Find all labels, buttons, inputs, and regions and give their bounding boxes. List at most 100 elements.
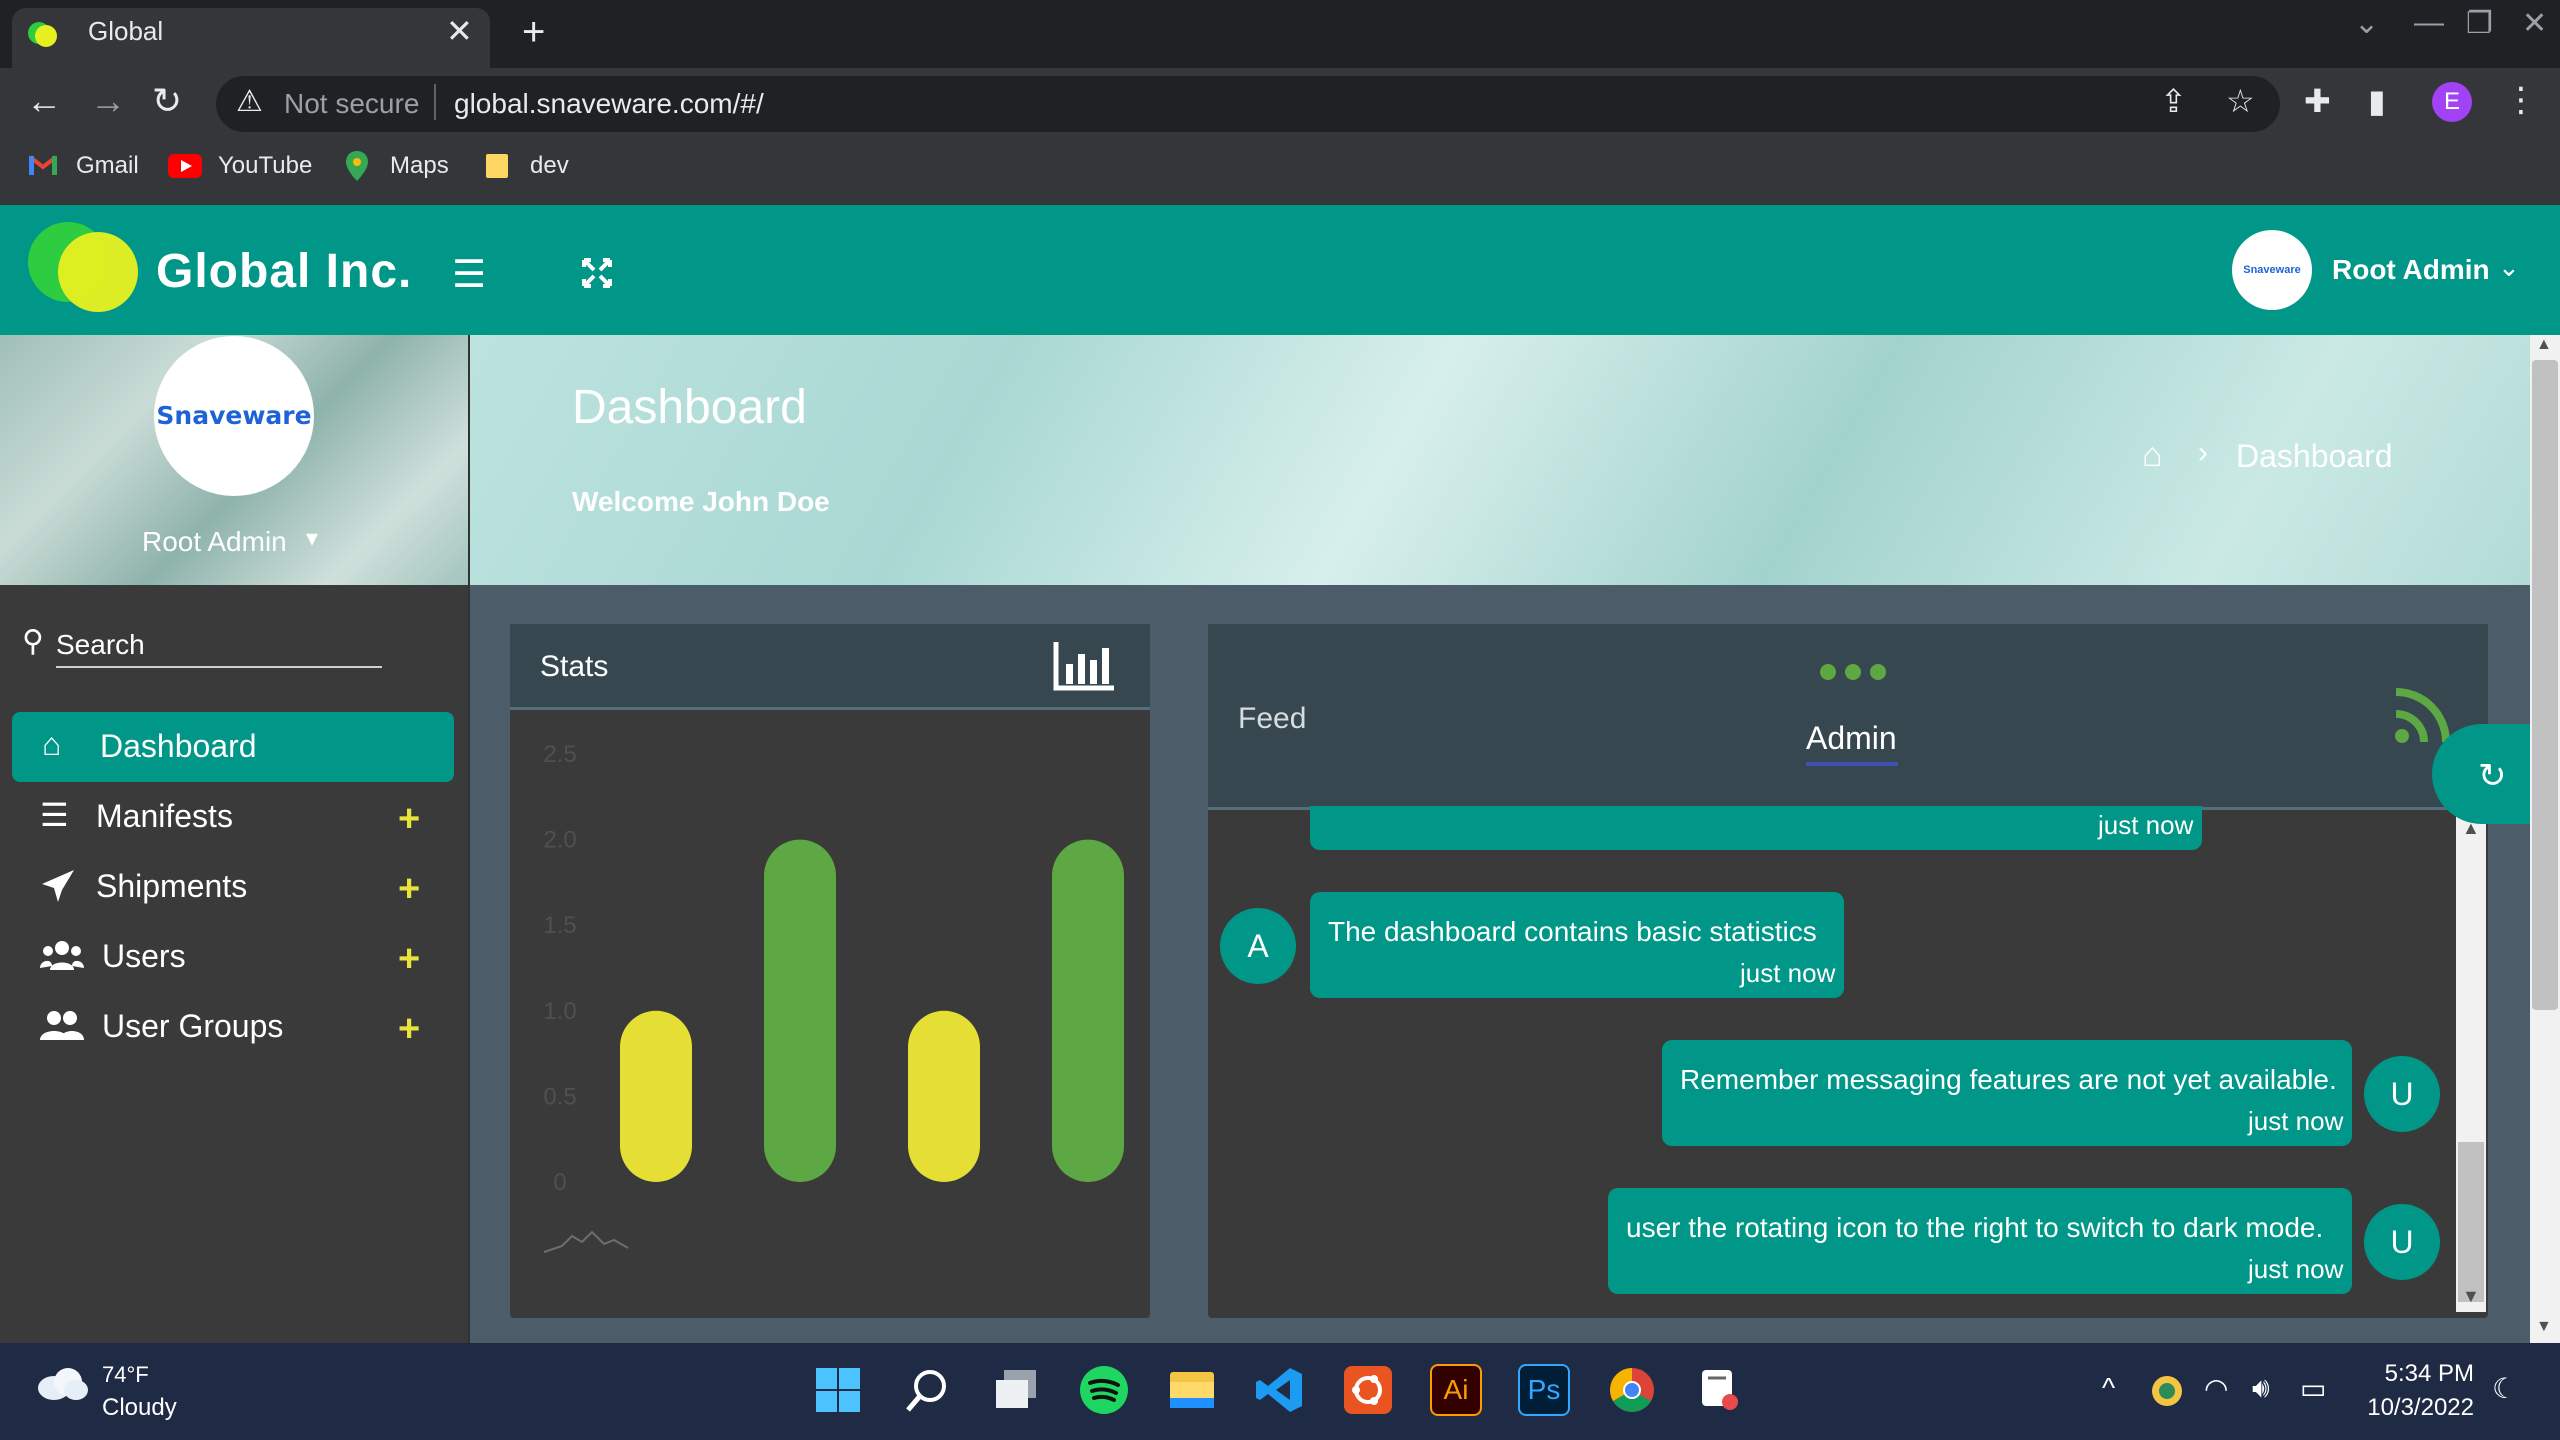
stats-title: Stats — [540, 650, 609, 683]
tray-app-icon[interactable] — [2150, 1374, 2184, 1408]
bar-chart-icon — [1053, 642, 1114, 691]
expand-plus-icon[interactable]: + — [398, 1008, 420, 1051]
expand-plus-icon[interactable]: + — [398, 868, 420, 911]
message-avatar: U — [2364, 1056, 2440, 1132]
feed-scrollbar-thumb[interactable] — [2458, 1142, 2484, 1302]
message-time: just now — [2248, 1106, 2344, 1136]
hamburger-menu-icon[interactable]: ☰ — [452, 252, 486, 297]
spotify-icon[interactable] — [1078, 1364, 1130, 1416]
search-icon: ⚲ — [22, 625, 44, 658]
task-view-icon[interactable] — [990, 1364, 1042, 1416]
sidebar-item-manifests[interactable] — [12, 782, 454, 852]
url-text[interactable]: global.snaveware.com/#/ — [454, 88, 764, 120]
scroll-down-arrow-icon[interactable]: ▼ — [2462, 1286, 2480, 1307]
message-time: just now — [2248, 1254, 2344, 1284]
share-icon[interactable]: ⇪ — [2160, 82, 2187, 120]
expand-plus-icon[interactable]: + — [398, 938, 420, 981]
tray-chevron-up-icon[interactable]: ^ — [2102, 1372, 2115, 1404]
user-group-icon — [40, 1011, 84, 1040]
chevron-down-icon[interactable]: ⌄ — [2498, 252, 2520, 283]
clock-time[interactable]: 5:34 PM — [2384, 1360, 2474, 1388]
wifi-icon[interactable]: ◠ — [2204, 1372, 2228, 1405]
volume-icon[interactable]: 🔊︎ — [2252, 1372, 2270, 1405]
minimize-button[interactable]: — — [2414, 6, 2444, 40]
expand-plus-icon[interactable]: + — [398, 798, 420, 841]
clock-date[interactable]: 10/3/2022 — [2364, 1394, 2474, 1422]
page-header-banner — [470, 335, 2530, 585]
chrome-icon[interactable] — [1606, 1364, 1658, 1416]
bookmark-star-icon[interactable]: ☆ — [2226, 82, 2255, 120]
chart-bar[interactable] — [908, 1010, 980, 1182]
y-tick-label: 2.5 — [543, 741, 576, 768]
windows-start-icon[interactable] — [812, 1364, 864, 1416]
restore-button[interactable]: ❐ — [2466, 6, 2493, 41]
folder-icon — [486, 154, 508, 178]
weather-temperature[interactable]: 74°F — [102, 1362, 149, 1388]
forward-button[interactable]: → — [90, 80, 126, 122]
reload-button[interactable]: ↻ — [152, 80, 182, 122]
header-user-name[interactable]: Root Admin — [2332, 254, 2490, 286]
paper-plane-icon — [42, 870, 74, 902]
y-tick-label: 1.5 — [543, 912, 576, 939]
bookmark-youtube[interactable]: YouTube — [218, 152, 312, 180]
sidebar-item-label: User Groups — [102, 1008, 284, 1044]
stats-chart: 2.5 2.0 1.5 1.0 0.5 0 — [543, 741, 1124, 1196]
cloud-icon[interactable] — [34, 1366, 90, 1402]
side-panel-icon[interactable]: ▮ — [2368, 82, 2386, 120]
y-tick-label: 1.0 — [543, 998, 576, 1025]
weather-condition[interactable]: Cloudy — [102, 1394, 177, 1422]
vscode-icon[interactable] — [1254, 1364, 1306, 1416]
caret-down-icon[interactable]: ▾ — [306, 524, 318, 553]
bookmark-gmail[interactable]: Gmail — [76, 152, 139, 180]
browser-menu-icon[interactable]: ⋮ — [2504, 80, 2538, 120]
profile-avatar[interactable]: E — [2432, 82, 2472, 122]
search-icon[interactable] — [902, 1364, 954, 1416]
brand-name[interactable]: Global Inc. — [156, 244, 412, 299]
breadcrumb-chevron-icon: › — [2198, 436, 2208, 469]
battery-icon[interactable]: ▭ — [2300, 1372, 2326, 1405]
list-icon: ☰ — [40, 797, 69, 833]
breadcrumb-home-icon[interactable]: ⌂ — [2142, 436, 2163, 475]
fullscreen-icon[interactable] — [582, 258, 612, 288]
close-window-button[interactable]: ✕ — [2522, 6, 2547, 41]
scroll-down-arrow-icon[interactable]: ▼ — [2536, 1318, 2552, 1336]
photoshop-icon[interactable]: Ps — [1518, 1364, 1570, 1416]
notification-moon-icon[interactable]: ☾ — [2492, 1372, 2517, 1405]
tab-admin[interactable]: Admin — [1806, 720, 1897, 757]
bookmark-maps[interactable]: Maps — [390, 152, 449, 180]
chart-bar[interactable] — [620, 1010, 692, 1182]
message-text: user the rotating icon to the right to s… — [1626, 1212, 2324, 1243]
tab-close-icon[interactable]: ✕ — [446, 12, 473, 50]
extensions-icon[interactable]: ✚ — [2304, 82, 2331, 120]
file-explorer-icon[interactable] — [1166, 1364, 1218, 1416]
tab-search-icon[interactable]: ⌄ — [2354, 6, 2379, 41]
welcome-message: Welcome John Doe — [572, 486, 830, 517]
breadcrumb-current: Dashboard — [2236, 438, 2393, 474]
bookmark-dev[interactable]: dev — [530, 152, 569, 180]
brand-logo-icon-overlay — [58, 232, 138, 312]
snipping-tool-icon[interactable] — [1694, 1364, 1746, 1416]
browser-tab[interactable] — [12, 8, 490, 68]
y-tick-label: 2.0 — [543, 827, 576, 854]
scroll-up-arrow-icon[interactable]: ▲ — [2536, 336, 2552, 354]
new-tab-button[interactable]: + — [522, 10, 545, 55]
rotate-icon[interactable]: ↻ — [2478, 756, 2507, 796]
url-separator — [434, 84, 436, 120]
more-dots-icon[interactable] — [1818, 662, 1888, 682]
chart-bar[interactable] — [764, 839, 836, 1182]
page-scrollbar-thumb[interactable] — [2532, 360, 2558, 1010]
sidebar-item-label: Manifests — [96, 798, 233, 834]
sidebar-user-name[interactable]: Root Admin — [142, 526, 287, 558]
back-button[interactable]: ← — [26, 80, 62, 122]
message-text: The dashboard contains basic statistics — [1328, 916, 1817, 947]
sidebar-item-label: Shipments — [96, 868, 248, 904]
sidebar-avatar: Snaveware — [154, 336, 314, 496]
chart-bar[interactable] — [1052, 839, 1124, 1182]
sidebar-item-label: Users — [102, 938, 186, 974]
security-label[interactable]: Not secure — [284, 88, 419, 120]
sidebar-search-input[interactable] — [56, 624, 382, 668]
header-avatar[interactable]: Snaveware — [2232, 230, 2312, 310]
ubuntu-icon[interactable] — [1342, 1364, 1394, 1416]
illustrator-icon[interactable]: Ai — [1430, 1364, 1482, 1416]
warning-icon[interactable]: ⚠ — [236, 84, 263, 119]
